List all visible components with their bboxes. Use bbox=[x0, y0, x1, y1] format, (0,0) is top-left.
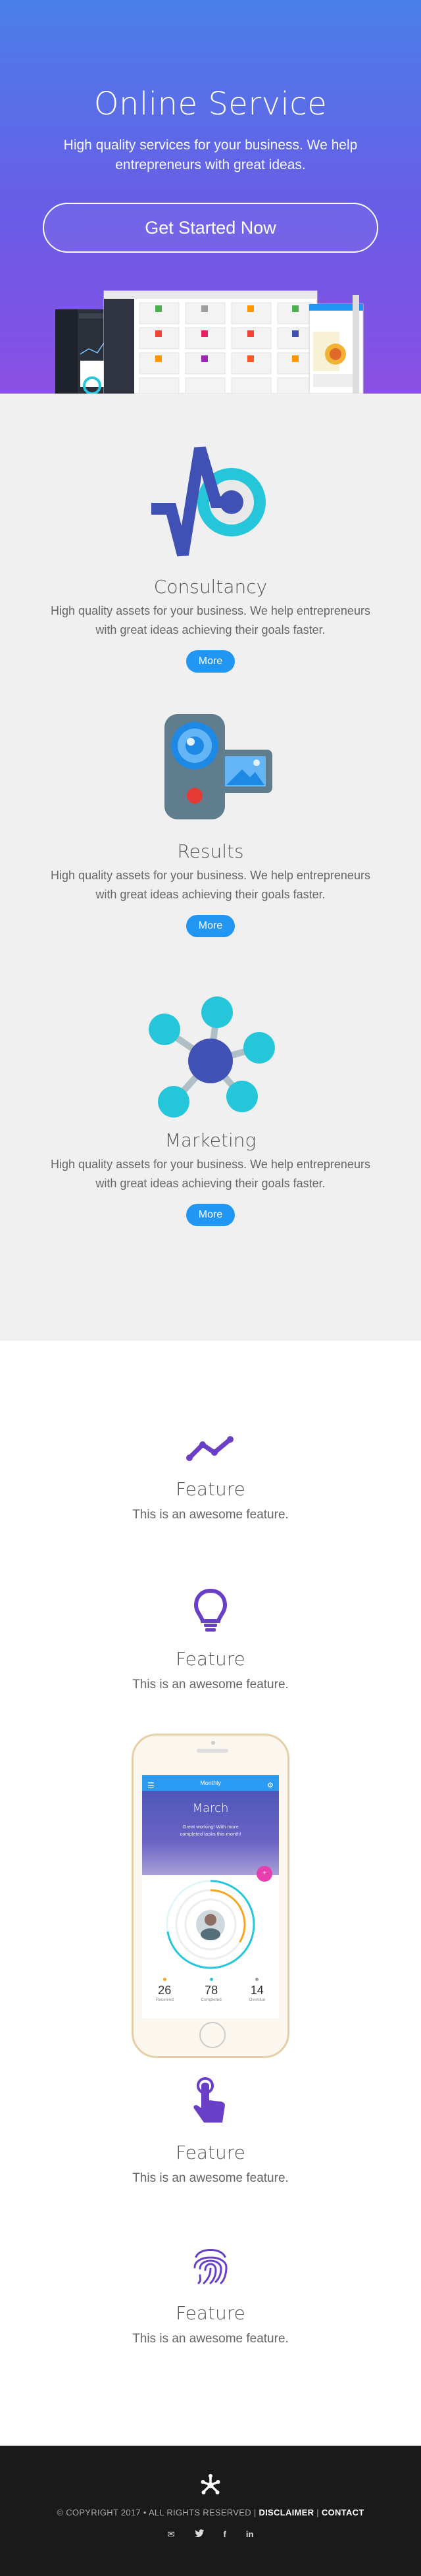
service-title: Consultancy bbox=[153, 576, 268, 598]
stat-overdue: 14 Overdue bbox=[249, 1978, 265, 2002]
phone-speaker bbox=[197, 1749, 228, 1753]
more-button[interactable]: More bbox=[186, 650, 235, 673]
feature-item: Feature This is an awesome feature. bbox=[0, 1434, 421, 1522]
footer-separator: | bbox=[316, 2508, 319, 2517]
service-text: High quality assets for your business. W… bbox=[51, 869, 370, 901]
devices-mockup-image bbox=[55, 290, 364, 394]
facebook-icon[interactable]: f bbox=[224, 2529, 226, 2540]
twitter-icon[interactable] bbox=[194, 2529, 204, 2540]
stat-dot bbox=[209, 1978, 213, 1981]
service-marketing: Marketing High quality assets for your b… bbox=[0, 982, 421, 1276]
social-links: ✉ f in bbox=[0, 2529, 421, 2540]
stat-value: 26 bbox=[158, 1984, 172, 1997]
app-bar: ☰ Monthly ⚙ bbox=[142, 1775, 279, 1791]
feature-title: Feature bbox=[176, 1478, 245, 1500]
hero-title: Online Service bbox=[93, 86, 328, 122]
feature-title: Feature bbox=[176, 2142, 245, 2163]
feature-title: Feature bbox=[176, 1648, 245, 1670]
month-label: March bbox=[192, 1801, 229, 1815]
service-results: Results High quality assets for your bus… bbox=[0, 688, 421, 982]
more-button[interactable]: More bbox=[186, 1204, 235, 1226]
copyright-line: © COPYRIGHT 2017 • ALL RIGHTS RESERVED |… bbox=[0, 2508, 421, 2517]
stat-dot bbox=[162, 1978, 166, 1981]
services-section: Consultancy High quality assets for your… bbox=[0, 394, 421, 1341]
fingerprint-icon bbox=[193, 2249, 228, 2284]
linkedin-icon[interactable]: in bbox=[246, 2529, 254, 2540]
features-section: Feature This is an awesome feature. Feat… bbox=[0, 1341, 421, 2446]
hero-section: Online Service High quality services for… bbox=[0, 0, 421, 394]
tap-hand-icon bbox=[193, 2077, 225, 2123]
feature-item: Feature This is an awesome feature. bbox=[0, 2242, 421, 2346]
lightbulb-icon bbox=[193, 1588, 228, 1632]
app-bar-title: Monthly bbox=[200, 1780, 221, 1786]
feature-text: This is an awesome feature. bbox=[132, 2332, 289, 2346]
email-icon[interactable]: ✉ bbox=[168, 2529, 175, 2540]
contact-link[interactable]: CONTACT bbox=[322, 2508, 364, 2517]
disclaimer-link[interactable]: DISCLAIMER bbox=[259, 2508, 314, 2517]
phone-home-button bbox=[199, 2022, 226, 2048]
service-consultancy: Consultancy High quality assets for your… bbox=[0, 394, 421, 688]
month-header: March Great working! With more completed… bbox=[142, 1791, 279, 1882]
phone-mockup: ☰ Monthly ⚙ March Great working! With mo… bbox=[132, 1734, 289, 2058]
service-text: High quality assets for your business. W… bbox=[51, 1158, 370, 1190]
camcorder-icon bbox=[164, 714, 272, 819]
stat-dot bbox=[255, 1978, 259, 1981]
month-message: Great working! With more completed tasks… bbox=[180, 1824, 241, 1837]
stat-label: Received bbox=[155, 1997, 174, 2002]
stat-value: 14 bbox=[250, 1984, 264, 1997]
more-button[interactable]: More bbox=[186, 915, 235, 937]
hero-subtitle: High quality services for your business.… bbox=[63, 138, 358, 172]
pulse-target-icon bbox=[151, 446, 266, 557]
phone-camera bbox=[211, 1741, 215, 1745]
footer: © COPYRIGHT 2017 • ALL RIGHTS RESERVED |… bbox=[0, 2446, 421, 2576]
progress-rings bbox=[166, 1880, 255, 1969]
network-icon bbox=[149, 996, 275, 1118]
stat-label: Completed bbox=[201, 1997, 222, 2002]
service-text: High quality assets for your business. W… bbox=[51, 604, 370, 636]
get-started-button[interactable]: Get Started Now bbox=[43, 203, 378, 253]
feature-title: Feature bbox=[176, 2302, 245, 2324]
stat-label: Overdue bbox=[249, 1997, 266, 2002]
stat-received: 26 Received bbox=[156, 1978, 174, 2002]
stats-row: 26 Received 78 Completed 14 Overdue bbox=[142, 1978, 279, 2002]
service-title: Results bbox=[177, 840, 244, 862]
copyright-text: © COPYRIGHT 2017 • ALL RIGHTS RESERVED | bbox=[57, 2508, 257, 2517]
feature-text: This is an awesome feature. bbox=[132, 1678, 289, 1691]
feature-item: Feature This is an awesome feature. bbox=[0, 2076, 421, 2186]
logo-icon bbox=[201, 2474, 220, 2494]
feature-item: Feature This is an awesome feature. bbox=[0, 1588, 421, 1692]
feature-text: This is an awesome feature. bbox=[132, 1508, 289, 1522]
feature-text: This is an awesome feature. bbox=[132, 2171, 289, 2185]
phone-screen: ☰ Monthly ⚙ March Great working! With mo… bbox=[142, 1775, 279, 2019]
service-title: Marketing bbox=[164, 1129, 257, 1151]
stat-completed: 78 Completed bbox=[201, 1978, 222, 2002]
trend-line-icon bbox=[186, 1436, 234, 1461]
stat-value: 78 bbox=[205, 1984, 218, 1997]
